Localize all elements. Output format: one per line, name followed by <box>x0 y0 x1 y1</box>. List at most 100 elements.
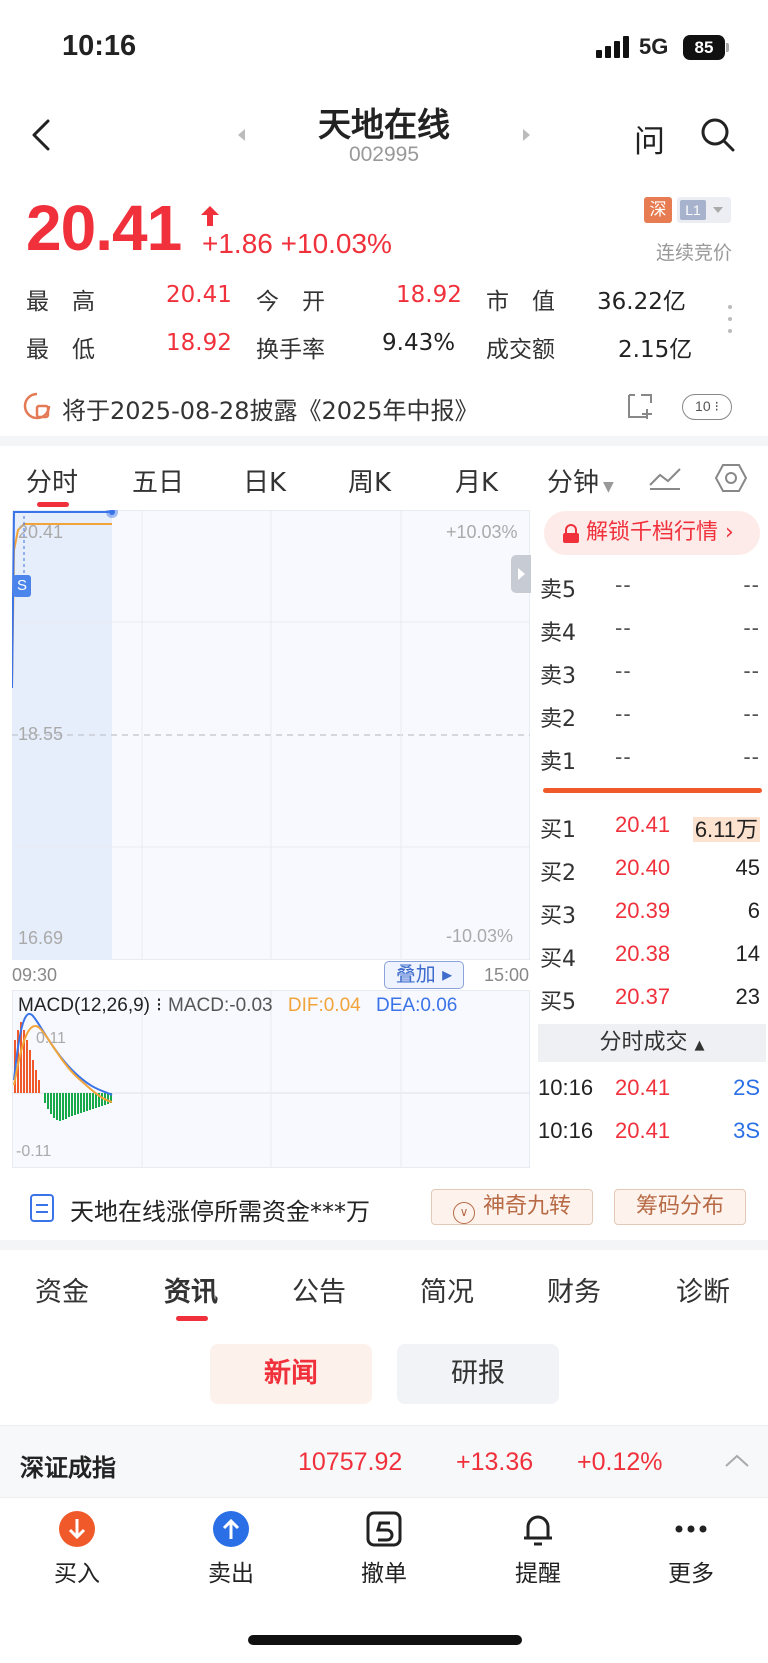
limit-up-funds-text[interactable]: 天地在线涨停所需资金***万 <box>70 1192 370 1227</box>
ask-5-vol: -- <box>743 572 760 597</box>
ask-5-label: 卖5 <box>540 578 576 603</box>
ask-1-vol: -- <box>743 744 760 769</box>
segment-research[interactable]: 研报 <box>397 1344 559 1404</box>
bell-icon <box>524 1515 552 1546</box>
index-name: 深证成指 <box>20 1454 116 1482</box>
auction-status: 连续竞价 <box>655 242 732 264</box>
section-divider <box>0 1240 768 1250</box>
buy-label: 买入 <box>54 1561 100 1587</box>
chip-distribution-button[interactable]: 筹码分布 <box>614 1189 746 1225</box>
nine-turn-button[interactable]: ∨ 神奇九转 <box>431 1189 593 1225</box>
signal-icon <box>596 36 632 58</box>
low-label: 最 低 <box>26 337 95 363</box>
segment-news[interactable]: 新闻 <box>210 1344 372 1404</box>
more-label: 更多 <box>668 1561 714 1587</box>
ask-4-price: -- <box>615 615 632 640</box>
tab-funds[interactable]: 资金 <box>35 1270 89 1309</box>
mktcap-value: 36.22亿 <box>597 289 686 315</box>
bid-1-label: 买1 <box>540 818 576 843</box>
up-arrow-icon <box>201 206 219 226</box>
section-divider <box>0 436 768 446</box>
trade-1-time: 10:16 <box>538 1075 594 1100</box>
bid-3-label: 买3 <box>540 904 576 929</box>
sell-marker[interactable]: S <box>13 575 31 597</box>
index-change: +13.36 <box>456 1448 534 1476</box>
more-quote-icon[interactable] <box>728 305 732 341</box>
more-button[interactable]: 更多 <box>641 1510 741 1588</box>
macd-bottom-tick: -0.11 <box>16 1143 52 1160</box>
alert-label: 提醒 <box>515 1561 561 1587</box>
macd-top-tick: 0.11 <box>36 1030 66 1047</box>
ask-4-vol: -- <box>743 615 760 640</box>
sell-label: 卖出 <box>208 1561 254 1587</box>
search-icon[interactable] <box>700 117 736 153</box>
add-note-icon[interactable] <box>625 391 657 421</box>
cancel-order-icon <box>366 1511 402 1547</box>
pct-bottom-label: -10.03% <box>446 926 514 946</box>
ask-3-label: 卖3 <box>540 664 576 689</box>
document-icon <box>30 1194 54 1222</box>
tab-monthly-k[interactable]: 月K <box>455 462 498 499</box>
tab-intraday[interactable]: 分时 <box>26 462 78 499</box>
ask-1-label: 卖1 <box>540 750 576 775</box>
disclosure-text[interactable]: 将于2025-08-28披露《2025年中报》 <box>62 391 479 426</box>
tab-minute[interactable]: 分钟 ▼ <box>547 462 614 499</box>
bid-2-label: 买2 <box>540 861 576 886</box>
bid-5-price: 20.37 <box>615 984 671 1009</box>
price-mid-label: 18.55 <box>18 724 64 744</box>
bid-3-vol: 6 <box>747 898 760 923</box>
level-selector[interactable]: L1 <box>677 197 731 223</box>
trade-2-time: 10:16 <box>538 1118 594 1143</box>
ask-1-price: -- <box>615 744 632 769</box>
cancel-order-button[interactable]: 撤单 <box>334 1510 434 1588</box>
tab-diagnosis[interactable]: 诊断 <box>676 1270 730 1309</box>
ask-2-vol: -- <box>743 701 760 726</box>
bid-3-price: 20.39 <box>615 898 671 923</box>
expand-handle-icon[interactable] <box>511 555 531 593</box>
network-label: 5G <box>639 34 669 59</box>
draw-line-icon[interactable] <box>648 465 682 491</box>
bid-5-vol: 23 <box>735 984 760 1009</box>
more-icon <box>675 1525 707 1533</box>
price-change: +1.86 +10.03% <box>202 228 392 259</box>
ask-button[interactable]: 问 <box>634 116 665 161</box>
amount-value: 2.15亿 <box>618 337 693 363</box>
intraday-chart-lines <box>12 510 530 960</box>
sell-button[interactable]: 卖出 <box>181 1510 281 1588</box>
index-change-pct: +0.12% <box>577 1448 663 1476</box>
macd-legend[interactable]: MACD(12,26,9) ⁝ MACD:-0.03 DIF:0.04 DEA:0.… <box>18 994 457 1017</box>
high-value: 20.41 <box>166 282 232 308</box>
tab-announcements[interactable]: 公告 <box>292 1270 346 1309</box>
tab-five-day[interactable]: 五日 <box>132 462 184 499</box>
battery-icon: 85 <box>683 35 725 60</box>
report-icon <box>23 392 51 420</box>
bid-2-price: 20.40 <box>615 855 671 880</box>
document-icon-line <box>36 1211 48 1213</box>
notification-count-badge[interactable]: 10 ⁝ <box>682 394 732 420</box>
tab-weekly-k[interactable]: 周K <box>348 462 391 499</box>
tab-finance[interactable]: 财务 <box>547 1270 601 1309</box>
trade-2-price: 20.41 <box>615 1118 671 1143</box>
tab-news-info[interactable]: 资讯 <box>164 1270 218 1309</box>
trade-1-vol: 2S <box>733 1075 760 1100</box>
tab-daily-k[interactable]: 日K <box>243 462 286 499</box>
home-indicator[interactable] <box>248 1635 522 1645</box>
ask-5-price: -- <box>615 572 632 597</box>
buy-button[interactable]: 买入 <box>27 1510 127 1588</box>
bid-4-vol: 14 <box>735 941 760 966</box>
trades-header-button[interactable]: 分时成交 ▲ <box>538 1024 766 1062</box>
index-value: 10757.92 <box>298 1448 403 1476</box>
chevron-up-icon[interactable] <box>724 1453 750 1469</box>
trade-2-vol: 3S <box>733 1118 760 1143</box>
alert-button[interactable]: 提醒 <box>488 1510 588 1588</box>
turnover-label: 换手率 <box>256 337 325 363</box>
ask-3-price: -- <box>615 658 632 683</box>
overlay-button[interactable]: 叠加 ▸ <box>384 961 464 989</box>
document-icon-line <box>36 1204 48 1206</box>
ask-4-label: 卖4 <box>540 621 576 646</box>
lock-icon <box>563 524 579 543</box>
next-stock-icon[interactable] <box>523 129 530 141</box>
status-time: 10:16 <box>62 30 137 62</box>
settings-hex-icon[interactable] <box>714 462 748 494</box>
tab-overview[interactable]: 简况 <box>420 1270 474 1309</box>
